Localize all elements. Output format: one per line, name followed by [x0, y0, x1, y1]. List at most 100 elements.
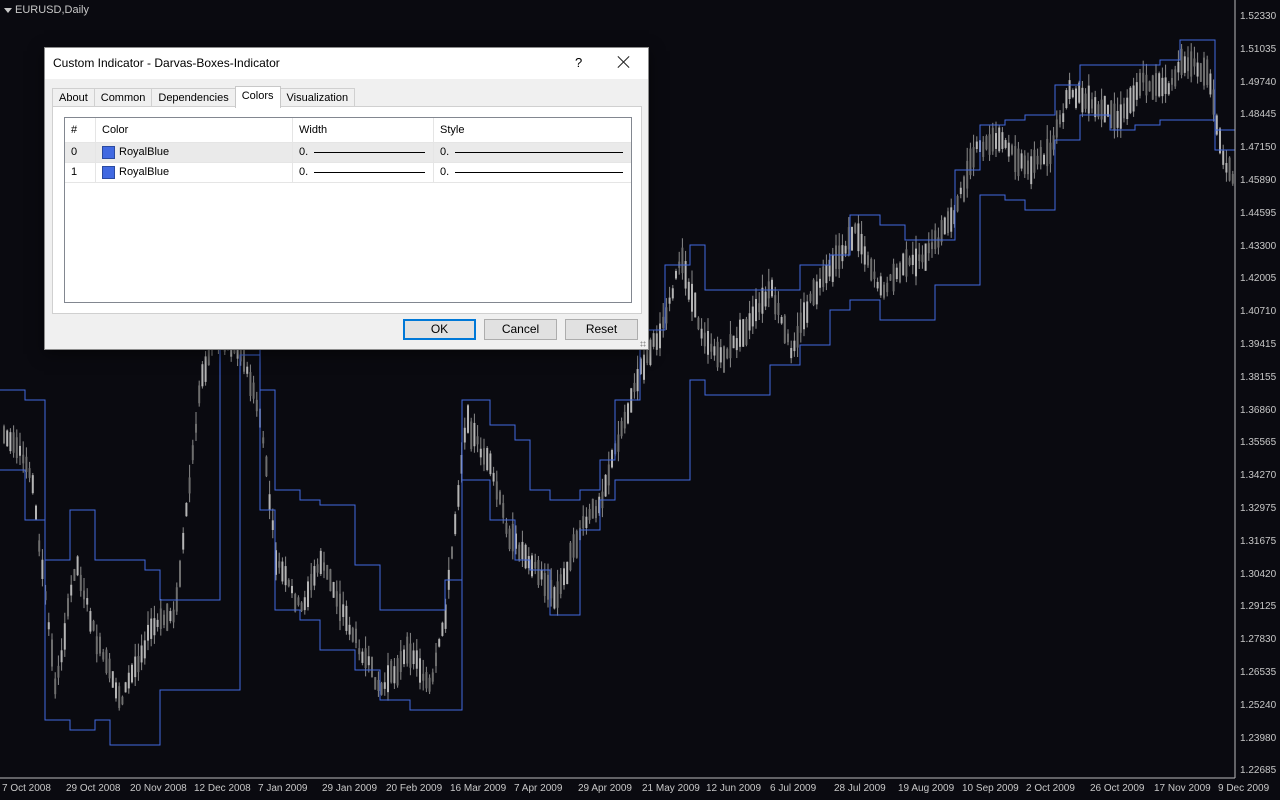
tab-common[interactable]: Common: [93, 88, 153, 107]
resize-grip-icon[interactable]: [640, 341, 646, 347]
candle-body: [243, 346, 245, 372]
table-row[interactable]: 1 RoyalBlue 0. 0.: [65, 163, 631, 183]
price-tick-label: 1.32975: [1240, 503, 1277, 514]
candle-body: [959, 187, 962, 195]
candle-body: [1123, 103, 1125, 119]
candle-body: [617, 434, 620, 452]
candle-body: [307, 581, 309, 608]
ok-button[interactable]: OK: [403, 319, 476, 340]
candle-body: [547, 574, 549, 600]
tab-colors[interactable]: Colors: [234, 86, 281, 108]
line-style-preview: [455, 152, 623, 153]
candle-body: [1020, 153, 1023, 169]
candle-body: [470, 421, 473, 449]
candle-body: [988, 134, 991, 155]
chevron-down-icon[interactable]: [4, 7, 12, 13]
candle-body: [332, 582, 335, 598]
candle-body: [553, 587, 556, 609]
candle-body: [940, 220, 943, 243]
table-row[interactable]: 0 RoyalBlue 0. 0.: [65, 143, 631, 163]
candle-body: [63, 623, 66, 650]
candle-body: [921, 254, 924, 263]
cancel-button[interactable]: Cancel: [484, 319, 557, 340]
candle-body: [12, 432, 15, 453]
candle-body: [742, 319, 745, 347]
candle-body: [556, 581, 559, 608]
candle-body: [809, 293, 812, 302]
candle-body: [972, 147, 975, 168]
candle-body: [499, 491, 501, 504]
column-header-style[interactable]: Style: [434, 118, 631, 142]
tab-dependencies[interactable]: Dependencies: [151, 88, 236, 107]
candle-body: [665, 307, 668, 324]
candle-body: [707, 330, 709, 355]
candle-body: [89, 611, 92, 632]
price-tick-label: 1.36860: [1240, 404, 1277, 416]
date-tick-label: 7 Apr 2009: [514, 783, 563, 794]
candle-body: [883, 284, 885, 298]
candle-body: [1039, 147, 1042, 165]
candle-body: [159, 608, 162, 629]
candle-body: [745, 318, 748, 345]
width-cell[interactable]: 0.: [293, 143, 434, 162]
candle-body: [870, 258, 873, 281]
candle-body: [652, 333, 655, 347]
candle-body: [895, 267, 898, 280]
candle-body: [918, 254, 921, 261]
candle-body: [995, 133, 997, 149]
candle-body: [969, 148, 972, 176]
candle-body: [854, 224, 857, 233]
candle-body: [700, 328, 703, 339]
candle-body: [1049, 142, 1052, 164]
candle-body: [751, 306, 754, 327]
color-cell[interactable]: RoyalBlue: [96, 143, 293, 162]
candle-body: [575, 530, 578, 558]
candle-body: [473, 422, 476, 447]
candle-body: [92, 620, 95, 631]
price-tick-label: 1.51035: [1240, 43, 1277, 55]
candle-body: [927, 243, 930, 254]
candle-body: [19, 445, 21, 456]
candle-body: [975, 141, 978, 149]
candle-body: [281, 561, 284, 582]
column-header-index[interactable]: #: [65, 118, 96, 142]
candle-body: [1059, 114, 1061, 125]
close-icon[interactable]: [615, 53, 633, 71]
candle-body: [899, 262, 901, 283]
candle-body: [1158, 73, 1161, 97]
candle-body: [99, 636, 101, 654]
candle-body: [1017, 148, 1020, 177]
candle-body: [1145, 74, 1148, 96]
candle-body: [105, 649, 108, 674]
style-cell[interactable]: 0.: [434, 163, 631, 182]
style-cell[interactable]: 0.: [434, 143, 631, 162]
candle-body: [115, 682, 117, 699]
candle-body: [83, 590, 85, 600]
candle-body: [284, 566, 287, 586]
price-tick-label: 1.30420: [1240, 568, 1277, 580]
candle-body: [505, 522, 508, 534]
candle-body: [51, 639, 53, 667]
column-header-width[interactable]: Width: [293, 118, 434, 142]
candle-body: [985, 136, 988, 150]
candle-body: [153, 618, 156, 636]
color-cell[interactable]: RoyalBlue: [96, 163, 293, 182]
candle-body: [323, 562, 325, 571]
chart-symbol-title[interactable]: EURUSD,Daily: [4, 4, 89, 16]
candle-body: [361, 651, 364, 663]
width-cell[interactable]: 0.: [293, 163, 434, 182]
date-tick-label: 26 Oct 2009: [1090, 783, 1145, 794]
tab-about[interactable]: About: [52, 88, 95, 107]
candle-body: [659, 323, 661, 349]
candle-body: [47, 622, 50, 630]
reset-button[interactable]: Reset: [565, 319, 638, 340]
help-button[interactable]: ?: [575, 55, 582, 70]
candle-body: [483, 448, 485, 465]
candle-body: [102, 652, 105, 660]
dialog-title: Custom Indicator - Darvas-Boxes-Indicato…: [53, 56, 280, 70]
tab-visualization[interactable]: Visualization: [279, 88, 356, 107]
candle-body: [454, 514, 457, 535]
candle-body: [735, 338, 738, 351]
candle-body: [777, 303, 780, 316]
column-header-color[interactable]: Color: [96, 118, 293, 142]
